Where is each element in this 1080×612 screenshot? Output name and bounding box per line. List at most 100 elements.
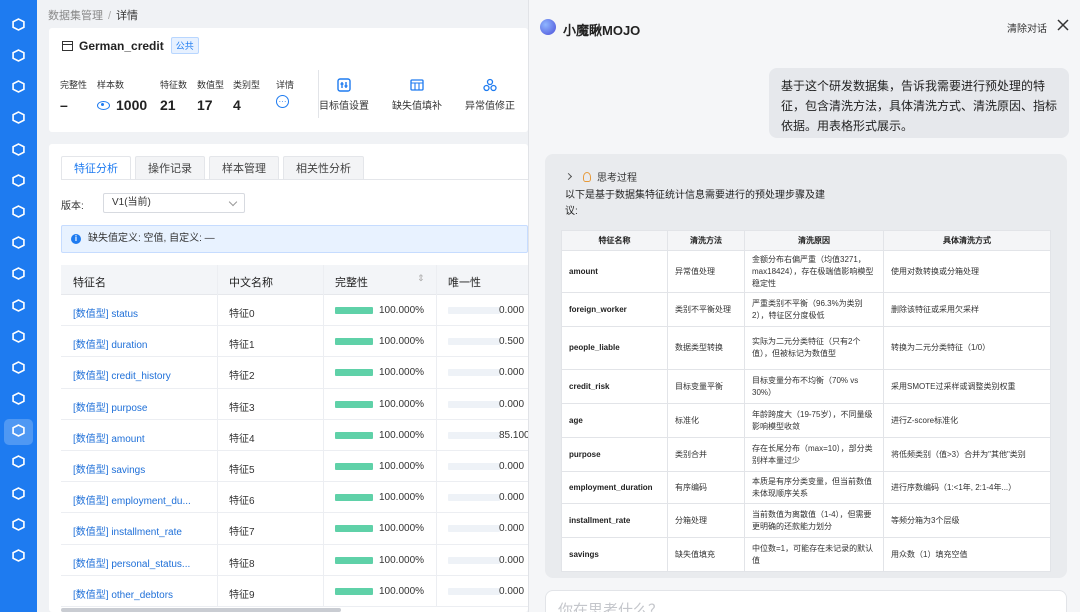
reason-cell: 金额分布右偏严重（均值3271，max18424），存在极端值影响模型稳定性	[744, 250, 884, 293]
chart-icon[interactable]	[11, 329, 26, 344]
clear-conversation-button[interactable]: 清除对话	[1007, 20, 1047, 35]
header-completeness[interactable]: 完整性	[335, 274, 368, 290]
more-dots-icon[interactable]: ···	[276, 95, 289, 108]
table-body: [数值型] status 特征0 100.000% 0.000 [数值型] durati…	[61, 295, 528, 607]
assistant-chat-panel: 小魔瞅MOJO 清除对话 基于这个研发数据集，告诉我需要进行预处理的特征，包含清…	[528, 0, 1080, 612]
cube-icon[interactable]	[11, 110, 26, 125]
feature-name-link[interactable]: [数值型] purpose	[73, 399, 147, 414]
approach-cell: 等频分箱为3个层级	[883, 503, 1051, 538]
feature-chinese-name: 特征9	[229, 589, 255, 601]
answer-intro: 以下是基于数据集特征统计信息需要进行的预处理步骤及建议:	[565, 190, 825, 217]
uniqueness-bar	[448, 587, 500, 595]
chat-input[interactable]: 你在思考什么？	[545, 590, 1067, 612]
col-header-feature: 特征名称	[561, 230, 668, 251]
preprocessing-table: 特征名称 清洗方法 清洗原因 具体清洗方式 amount 异常值处理 金额分布右偏严…	[561, 230, 1051, 572]
feature-name-link[interactable]: [数值型] employment_du...	[73, 492, 191, 507]
bar-chart-icon[interactable]	[11, 204, 26, 219]
method-cell: 标准化	[667, 403, 745, 438]
stat-completeness: 完整性 –	[60, 78, 87, 113]
feature-cell: amount	[561, 250, 668, 293]
feature-cell: credit_risk	[561, 369, 668, 404]
feature-name-link[interactable]: [数值型] amount	[73, 430, 145, 445]
feature-name-link[interactable]: [数值型] status	[73, 305, 138, 320]
share-icon[interactable]	[11, 517, 26, 532]
shield-icon[interactable]	[11, 486, 26, 501]
user-message-bubble: 基于这个研发数据集，告诉我需要进行预处理的特征，包含清洗方法，具体清洗方式、清洗…	[769, 68, 1069, 138]
feature-name-link[interactable]: [数值型] duration	[73, 336, 147, 351]
feature-name-link[interactable]: [数值型] savings	[73, 461, 145, 476]
table-row: [数值型] other_debtors 特征9 100.000% 0.000	[61, 576, 528, 607]
completeness-bar	[335, 525, 373, 533]
approach-cell: 删除该特征或采用欠采样	[883, 292, 1051, 327]
uniqueness-value: 85.100	[499, 429, 528, 441]
table-row: [数值型] amount 特征4 100.000% 85.100	[61, 420, 528, 451]
feature-cell: employment_duration	[561, 471, 668, 504]
file-icon[interactable]	[11, 548, 26, 563]
stat-details: 详情 ···	[276, 78, 294, 108]
preprocessing-row: credit_risk 目标变量平衡 目标变量分布不均衡（70% vs 30%） 采用…	[561, 369, 1051, 404]
feature-chinese-name: 特征4	[229, 433, 255, 445]
uniqueness-value: 0.000	[499, 305, 525, 316]
completeness-bar	[335, 587, 373, 595]
monitor-icon[interactable]	[11, 173, 26, 188]
horizontal-scrollbar[interactable]	[61, 608, 341, 612]
cube-icon[interactable]	[11, 142, 26, 157]
feature-name-link[interactable]: [数值型] credit_history	[73, 367, 171, 382]
reason-cell: 实际为二元分类特征（只有2个值），但被标记为数值型	[744, 326, 884, 370]
approach-cell: 转换为二元分类特征（1/0）	[883, 326, 1051, 370]
missing-fill-button[interactable]: 缺失值填补	[387, 78, 447, 112]
method-cell: 分箱处理	[667, 503, 745, 538]
database-icon[interactable]	[11, 235, 26, 250]
action-label: 缺失值填补	[392, 101, 442, 112]
approach-cell: 进行Z-score标准化	[883, 403, 1051, 438]
thinking-toggle[interactable]: 思考过程	[564, 169, 637, 184]
dashboard-icon[interactable]	[11, 17, 26, 32]
table-icon[interactable]	[11, 360, 26, 375]
document-icon[interactable]	[11, 454, 26, 469]
missing-definition-alert: i 缺失值定义: 空值, 自定义: —	[61, 225, 528, 253]
briefcase-icon[interactable]	[11, 266, 26, 281]
outlier-fix-button[interactable]: 异常值修正	[460, 78, 520, 112]
feature-name-link[interactable]: [数值型] other_debtors	[73, 586, 173, 601]
reason-cell: 严重类别不平衡（96.3%为类别2），特征区分度极低	[744, 292, 884, 327]
sort-icon[interactable]: ⇕	[417, 273, 425, 284]
target-setting-button[interactable]: 目标值设置	[314, 78, 374, 112]
header-chinese-name: 中文名称	[229, 277, 273, 289]
preprocessing-row: employment_duration 有序编码 本质是有序分类变量，但当前数值未体…	[561, 471, 1051, 504]
stat-value: 17	[197, 97, 213, 113]
stat-label: 特征数	[160, 80, 188, 90]
close-icon[interactable]	[1056, 18, 1070, 32]
preprocessing-row: installment_rate 分箱处理 当前数值为离散值（1-4），但需要更明确…	[561, 503, 1051, 538]
completeness-bar	[335, 462, 373, 470]
dataset-title: German_credit 公共	[62, 37, 199, 54]
completeness-bar	[335, 556, 373, 564]
uniqueness-value: 0.000	[499, 585, 525, 597]
version-select[interactable]: V1(当前)	[103, 193, 245, 213]
uniqueness-value: 0.000	[499, 460, 525, 472]
feature-analysis-card: 特征分析 操作记录 样本管理 相关性分析 版本: V1(当前) i 缺失值定义:…	[49, 144, 528, 612]
stat-value: 4	[233, 97, 241, 113]
stat-label: 完整性	[60, 80, 88, 90]
feature-name-link[interactable]: [数值型] personal_status...	[73, 555, 190, 570]
feature-table: 特征名 中文名称 完整性 ⇕ 唯一性 [数值型] status 特征0 100.00…	[61, 265, 528, 607]
eye-icon[interactable]	[97, 100, 110, 110]
feature-chinese-name: 特征1	[229, 340, 255, 352]
cube-icon[interactable]	[11, 48, 26, 63]
cube-icon[interactable]	[11, 79, 26, 94]
dataset-icon[interactable]	[11, 391, 26, 406]
reason-cell: 中位数=1，可能存在未记录的默认值	[744, 537, 884, 572]
tab-sample-management[interactable]: 样本管理	[209, 156, 279, 180]
stat-value: 1000	[116, 97, 148, 113]
dataset-icon[interactable]	[11, 423, 26, 438]
breadcrumb-parent[interactable]: 数据集管理	[48, 10, 103, 22]
method-cell: 类别合并	[667, 437, 745, 472]
table-row: [数值型] installment_rate 特征7 100.000% 0.000	[61, 513, 528, 545]
feature-name-link[interactable]: [数值型] installment_rate	[73, 523, 182, 538]
approach-cell: 采用SMOTE过采样或调整类别权重	[883, 369, 1051, 404]
table-row: [数值型] savings 特征5 100.000% 0.000	[61, 451, 528, 483]
cloud-icon[interactable]	[11, 298, 26, 313]
completeness-value: 100.000%	[379, 492, 425, 504]
tab-operation-log[interactable]: 操作记录	[135, 156, 205, 180]
tab-correlation-analysis[interactable]: 相关性分析	[283, 156, 364, 180]
tab-feature-analysis[interactable]: 特征分析	[61, 156, 131, 180]
